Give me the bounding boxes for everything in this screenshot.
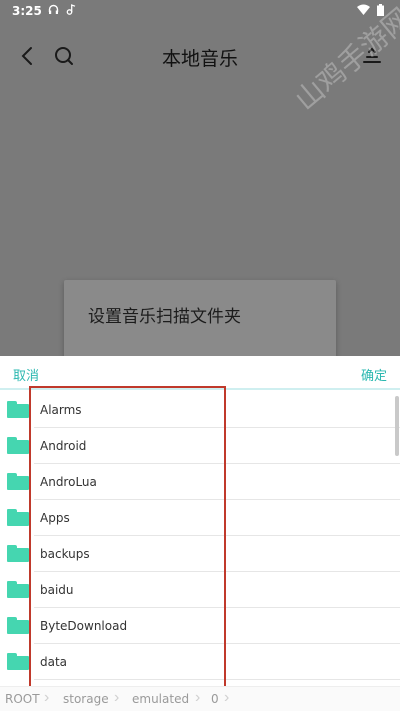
folder-icon [7,473,29,490]
breadcrumb: ROOT › storage › emulated › 0 › [0,686,400,711]
folder-name: backups [40,547,90,561]
folder-name: Android [40,439,87,453]
chevron-right-icon: › [224,689,230,706]
headphones-icon [48,4,59,18]
folder-item[interactable]: Android [0,428,400,464]
folder-name: baidu [40,583,74,597]
wifi-icon [357,4,370,18]
breadcrumb-current[interactable]: 0 [211,692,219,706]
breadcrumb-emulated[interactable]: emulated [132,692,189,706]
folder-item[interactable]: Apps [0,500,400,536]
scrollbar[interactable] [395,396,399,456]
folder-name: Apps [40,511,70,525]
folder-icon [7,581,29,598]
folder-name: Alarms [40,403,82,417]
sheet-header: 取消 确定 [0,356,400,390]
folder-icon [7,437,29,454]
folder-icon [7,509,29,526]
confirm-button[interactable]: 确定 [361,365,387,384]
chevron-right-icon: › [44,689,50,706]
folder-item[interactable]: data [0,644,400,680]
folder-icon [7,401,29,418]
status-time: 3:25 [12,4,42,18]
cancel-button[interactable]: 取消 [13,365,39,384]
scan-folder-dialog: 设置音乐扫描文件夹 [64,280,336,356]
folder-item[interactable]: ByteDownload [0,608,400,644]
folder-item[interactable]: backups [0,536,400,572]
background-app: 3:25 本地音乐 山鸡手游网 山鸡手游网 设置音乐扫描文件夹 [0,0,400,356]
folder-item[interactable]: Alarms [0,392,400,428]
breadcrumb-storage[interactable]: storage [63,692,109,706]
folder-icon [7,545,29,562]
folder-item[interactable]: baidu [0,572,400,608]
folder-name: data [40,655,68,669]
breadcrumb-root[interactable]: ROOT [5,692,40,706]
dialog-title: 设置音乐扫描文件夹 [88,307,241,327]
folder-name: AndroLua [40,475,97,489]
folder-item[interactable]: AndroLua [0,464,400,500]
folder-icon [7,617,29,634]
status-bar: 3:25 [0,0,400,24]
chevron-right-icon: › [114,689,120,706]
folder-icon [7,653,29,670]
music-note-icon [66,4,76,18]
folder-list: Alarms Android AndroLua Apps backups bai… [0,392,400,680]
chevron-right-icon: › [195,689,201,706]
folder-picker-sheet: 取消 确定 Alarms Android AndroLua Apps backu… [0,356,400,711]
folder-name: ByteDownload [40,619,128,633]
